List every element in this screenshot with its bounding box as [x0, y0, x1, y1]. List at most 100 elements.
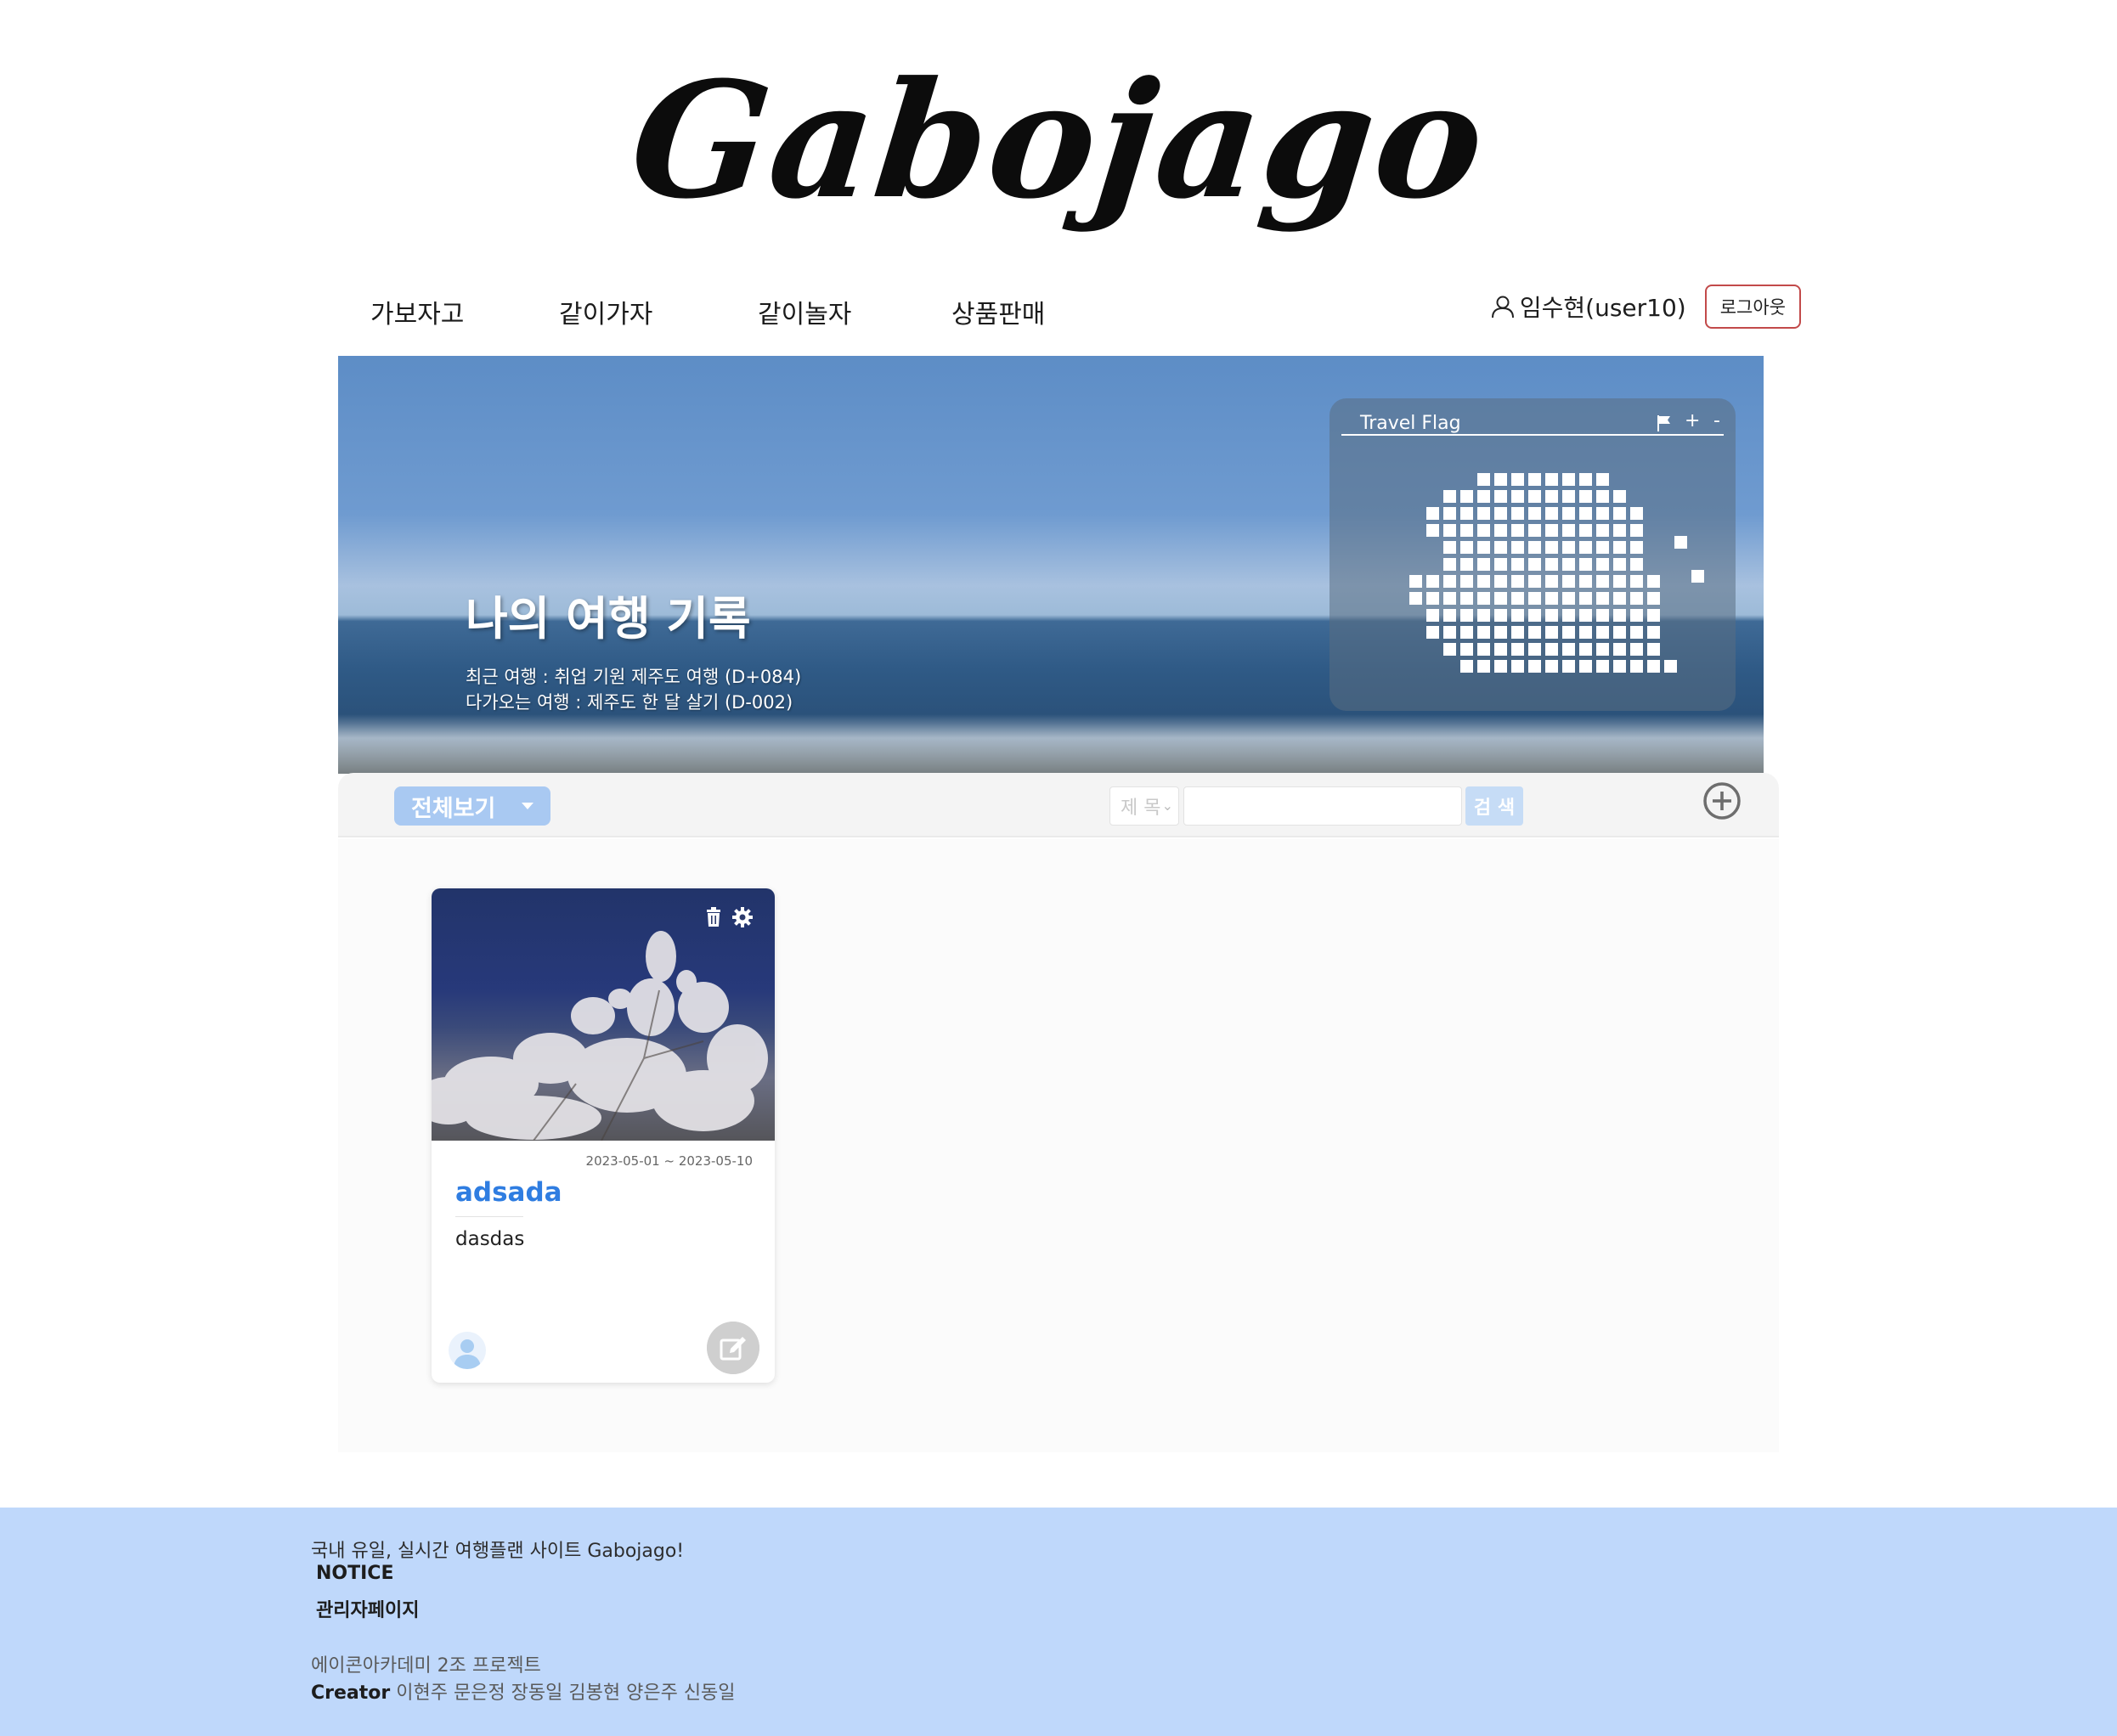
flag-cell[interactable]: [1443, 507, 1456, 520]
flag-cell[interactable]: [1579, 575, 1592, 588]
flag-cell[interactable]: [1630, 575, 1643, 588]
flag-cell[interactable]: [1460, 524, 1473, 537]
flag-cell[interactable]: [1545, 592, 1558, 605]
avatar[interactable]: [449, 1332, 486, 1369]
flag-cell[interactable]: [1562, 609, 1575, 622]
flag-cell[interactable]: [1596, 490, 1609, 503]
flag-cell[interactable]: [1494, 575, 1507, 588]
flag-cell[interactable]: [1511, 541, 1524, 554]
flag-cell[interactable]: [1562, 490, 1575, 503]
flag-cell[interactable]: [1494, 524, 1507, 537]
flag-cell[interactable]: [1528, 490, 1541, 503]
flag-cell[interactable]: [1409, 592, 1422, 605]
flag-cell[interactable]: [1426, 609, 1439, 622]
plus-circle-icon[interactable]: [1702, 781, 1742, 820]
flag-cell[interactable]: [1647, 626, 1660, 639]
flag-cell[interactable]: [1494, 490, 1507, 503]
flag-cell[interactable]: [1477, 609, 1490, 622]
flag-cell[interactable]: [1579, 473, 1592, 486]
site-logo[interactable]: Gabojago: [0, 47, 2117, 234]
flag-cell[interactable]: [1579, 558, 1592, 571]
flag-cell[interactable]: [1511, 626, 1524, 639]
flag-cell[interactable]: [1664, 660, 1677, 673]
flag-cell[interactable]: [1647, 609, 1660, 622]
flag-cell[interactable]: [1613, 660, 1626, 673]
plan-card[interactable]: 2023-05-01 ~ 2023-05-10 adsada dasdas: [432, 888, 775, 1383]
flag-cell[interactable]: [1477, 558, 1490, 571]
flag-cell[interactable]: [1647, 660, 1660, 673]
flag-cell[interactable]: [1460, 558, 1473, 571]
flag-cell[interactable]: [1691, 570, 1704, 583]
flag-cell[interactable]: [1647, 592, 1660, 605]
flag-cell[interactable]: [1528, 660, 1541, 673]
flag-cell[interactable]: [1596, 660, 1609, 673]
flag-cell[interactable]: [1528, 524, 1541, 537]
flag-cell[interactable]: [1613, 609, 1626, 622]
flag-cell[interactable]: [1460, 592, 1473, 605]
flag-cell[interactable]: [1579, 592, 1592, 605]
flag-cell[interactable]: [1613, 524, 1626, 537]
flag-cell[interactable]: [1579, 524, 1592, 537]
flag-cell[interactable]: [1511, 473, 1524, 486]
flag-cell[interactable]: [1545, 558, 1558, 571]
flag-cell[interactable]: [1579, 490, 1592, 503]
flag-cell[interactable]: [1596, 558, 1609, 571]
flag-cell[interactable]: [1630, 558, 1643, 571]
flag-cell[interactable]: [1579, 643, 1592, 656]
flag-cell[interactable]: [1426, 524, 1439, 537]
flag-cell[interactable]: [1579, 507, 1592, 520]
flag-cell[interactable]: [1562, 558, 1575, 571]
flag-cell[interactable]: [1596, 541, 1609, 554]
flag-cell[interactable]: [1511, 575, 1524, 588]
flag-cell[interactable]: [1545, 541, 1558, 554]
flag-cell[interactable]: [1494, 643, 1507, 656]
flag-cell[interactable]: [1562, 592, 1575, 605]
flag-cell[interactable]: [1613, 558, 1626, 571]
flag-cell[interactable]: [1443, 524, 1456, 537]
flag-cell[interactable]: [1443, 626, 1456, 639]
flag-cell[interactable]: [1528, 626, 1541, 639]
flag-cell[interactable]: [1562, 524, 1575, 537]
flag-cell[interactable]: [1562, 507, 1575, 520]
flag-cell[interactable]: [1596, 609, 1609, 622]
flag-cell[interactable]: [1494, 558, 1507, 571]
flag-cell[interactable]: [1562, 575, 1575, 588]
flag-cell[interactable]: [1477, 490, 1490, 503]
flag-cell[interactable]: [1579, 609, 1592, 622]
flag-cell[interactable]: [1528, 558, 1541, 571]
flag-cell[interactable]: [1545, 473, 1558, 486]
nav-item-shop[interactable]: 상품판매: [951, 293, 1045, 330]
flag-cell[interactable]: [1460, 660, 1473, 673]
flag-cell[interactable]: [1596, 524, 1609, 537]
flag-cell[interactable]: [1562, 626, 1575, 639]
flag-cell[interactable]: [1460, 541, 1473, 554]
flag-cell[interactable]: [1630, 592, 1643, 605]
flag-cell[interactable]: [1545, 609, 1558, 622]
flag-cell[interactable]: [1494, 626, 1507, 639]
flag-cell[interactable]: [1511, 660, 1524, 673]
flag-cell[interactable]: [1460, 490, 1473, 503]
flag-cell[interactable]: [1443, 490, 1456, 503]
flag-cell[interactable]: [1511, 558, 1524, 571]
footer-notice-link[interactable]: NOTICE: [316, 1563, 393, 1584]
flag-cell[interactable]: [1613, 541, 1626, 554]
flag-cell[interactable]: [1477, 643, 1490, 656]
flag-cell[interactable]: [1562, 643, 1575, 656]
search-button[interactable]: 검 색: [1465, 786, 1523, 826]
flag-cell[interactable]: [1545, 660, 1558, 673]
flag-cell[interactable]: [1494, 473, 1507, 486]
flag-cell[interactable]: [1460, 507, 1473, 520]
flag-cell[interactable]: [1545, 524, 1558, 537]
flag-cell[interactable]: [1511, 490, 1524, 503]
flag-cell[interactable]: [1613, 626, 1626, 639]
flag-cell[interactable]: [1528, 541, 1541, 554]
flag-cell[interactable]: [1477, 473, 1490, 486]
card-title[interactable]: adsada: [455, 1177, 562, 1208]
nav-item-gabojago[interactable]: 가보자고: [370, 293, 464, 330]
trash-icon[interactable]: [702, 905, 725, 929]
flag-cell[interactable]: [1511, 524, 1524, 537]
flag-cell[interactable]: [1545, 626, 1558, 639]
flag-cell[interactable]: [1545, 575, 1558, 588]
flag-cell[interactable]: [1460, 609, 1473, 622]
nav-item-together-go[interactable]: 같이가자: [559, 293, 652, 330]
